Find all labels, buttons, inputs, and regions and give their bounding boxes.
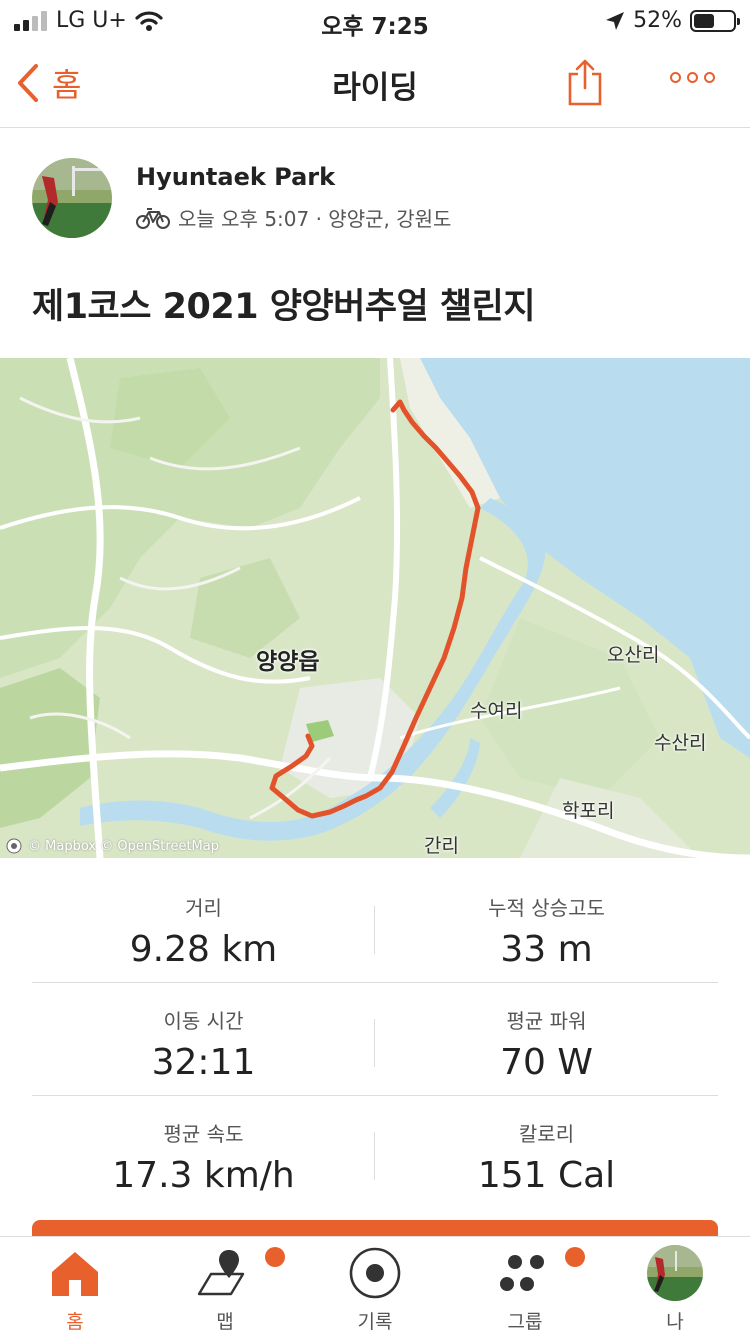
stat-average-power: 평균 파워 70 W <box>375 983 718 1083</box>
record-icon <box>345 1243 405 1303</box>
bike-icon <box>136 207 170 229</box>
stat-label: 칼로리 <box>518 1122 575 1146</box>
activity-meta: 오늘 오후 5:07 · 양양군, 강원도 <box>136 203 451 232</box>
stat-moving-time: 이동 시간 32:11 <box>32 983 375 1083</box>
map-icon <box>195 1243 255 1303</box>
stat-calories: 칼로리 151 Cal <box>375 1096 718 1196</box>
status-bar: LG U+ 오후 7:25 52% <box>0 0 750 40</box>
stat-label: 누적 상승고도 <box>488 896 605 920</box>
activity-title: 제1코스 2021 양양버추얼 챌린지 <box>32 287 536 327</box>
tab-label: 그룹 <box>507 1311 543 1333</box>
home-icon <box>45 1243 105 1303</box>
share-icon <box>568 59 602 106</box>
stat-elevation-gain: 누적 상승고도 33 m <box>375 870 718 970</box>
stat-label: 평균 파워 <box>506 1009 587 1033</box>
page-title: 라이딩 <box>332 70 418 106</box>
share-button[interactable] <box>566 58 604 110</box>
stat-average-speed: 평균 속도 17.3 km/h <box>32 1096 375 1196</box>
battery-level <box>694 13 714 28</box>
tab-maps[interactable]: 맵 <box>150 1237 300 1334</box>
groups-icon <box>495 1243 555 1303</box>
athlete-avatar[interactable] <box>32 158 112 238</box>
activity-stats: 거리 9.28 km 누적 상승고도 33 m 이동 시간 32:11 평균 파… <box>32 870 718 1209</box>
tab-label: 맵 <box>216 1311 234 1333</box>
map-label-town: 양양읍 <box>256 649 320 675</box>
location-arrow-icon <box>606 11 625 30</box>
map-attribution[interactable]: © Mapbox © OpenStreetMap <box>6 838 219 854</box>
more-options-button[interactable] <box>670 72 715 83</box>
stat-value: 32:11 <box>151 1042 256 1083</box>
mapbox-logo-icon <box>6 838 22 854</box>
tab-home[interactable]: 홈 <box>0 1237 150 1334</box>
map-canvas <box>0 358 750 858</box>
stat-label: 이동 시간 <box>163 1009 244 1033</box>
tab-label: 기록 <box>357 1311 393 1333</box>
maps-badge-dot <box>265 1247 285 1267</box>
activity-meta-text: 오늘 오후 5:07 · 양양군, 강원도 <box>178 207 452 231</box>
tab-you[interactable]: 나 <box>600 1237 750 1334</box>
map-label-susan: 수산리 <box>654 732 707 754</box>
map-label-gan: 간리 <box>424 835 459 857</box>
more-dot-icon <box>704 72 715 83</box>
more-dot-icon <box>670 72 681 83</box>
groups-badge-dot <box>565 1247 585 1267</box>
athlete-name[interactable]: Hyuntaek Park <box>136 163 335 191</box>
avatar-photo <box>32 158 112 238</box>
stat-value: 33 m <box>500 929 593 970</box>
tab-label: 홈 <box>66 1311 84 1333</box>
battery-percent: 52% <box>633 8 682 33</box>
stat-row: 이동 시간 32:11 평균 파워 70 W <box>32 983 718 1096</box>
route-map[interactable]: 양양읍 오산리 수여리 수산리 학포리 간리 © Mapbox © OpenSt… <box>0 358 750 858</box>
stat-value: 9.28 km <box>129 929 278 970</box>
status-right: 52% <box>605 8 740 33</box>
stat-row: 평균 속도 17.3 km/h 칼로리 151 Cal <box>32 1096 718 1209</box>
battery-icon <box>690 9 740 32</box>
attribution-text: © Mapbox © OpenStreetMap <box>28 838 219 854</box>
tab-record[interactable]: 기록 <box>300 1237 450 1334</box>
stat-label: 평균 속도 <box>163 1122 244 1146</box>
stat-value: 17.3 km/h <box>112 1155 295 1196</box>
tab-bar: 홈 맵 기록 그룹 나 <box>0 1236 750 1334</box>
tab-groups[interactable]: 그룹 <box>450 1237 600 1334</box>
map-label-hakpo: 학포리 <box>562 800 615 822</box>
stat-label: 거리 <box>185 896 222 920</box>
stat-value: 70 W <box>500 1042 593 1083</box>
more-dot-icon <box>687 72 698 83</box>
stat-row: 거리 9.28 km 누적 상승고도 33 m <box>32 870 718 983</box>
stat-value: 151 Cal <box>477 1155 616 1196</box>
nav-bar: 홈 라이딩 <box>0 40 750 128</box>
map-label-osan: 오산리 <box>607 644 660 666</box>
avatar <box>645 1243 705 1303</box>
stat-distance: 거리 9.28 km <box>32 870 375 970</box>
map-label-suyeo: 수여리 <box>470 700 523 722</box>
tab-label: 나 <box>666 1311 684 1333</box>
